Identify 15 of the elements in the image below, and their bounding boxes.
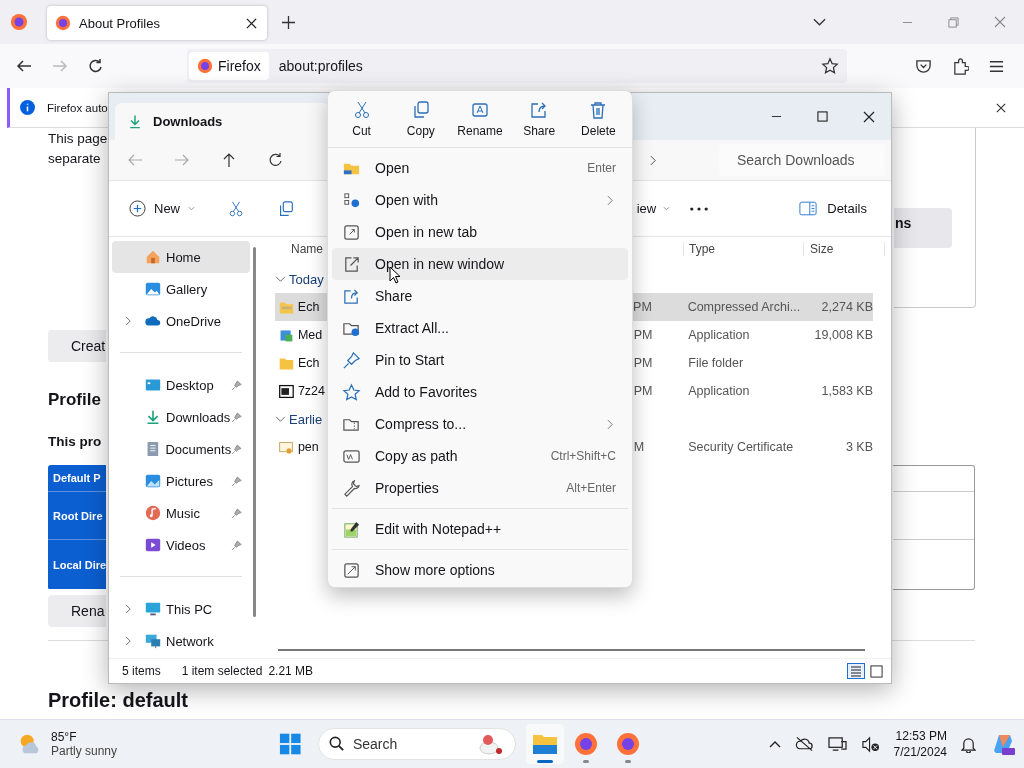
profile-heading: Profile: default [48,689,188,712]
item-count: 5 items [122,664,161,678]
table-header-cell: Local Dire [48,539,106,589]
table-header-cell: Default P [48,465,106,491]
tab-title: About Profiles [79,15,161,31]
selection-size: 2.21 MB [268,664,314,678]
weather-condition: Partly sunny [51,744,118,758]
intro-text: separate [48,150,102,168]
intro-text: This page [48,130,108,148]
profile-subheading: This pro [48,434,102,449]
temperature: 85°F [51,730,78,744]
table-header-cell: Root Dire [48,491,106,539]
notification-text: Firefox auto [47,101,108,114]
selection-info: 1 item selected [181,664,263,678]
section-heading: Profile [48,390,101,410]
